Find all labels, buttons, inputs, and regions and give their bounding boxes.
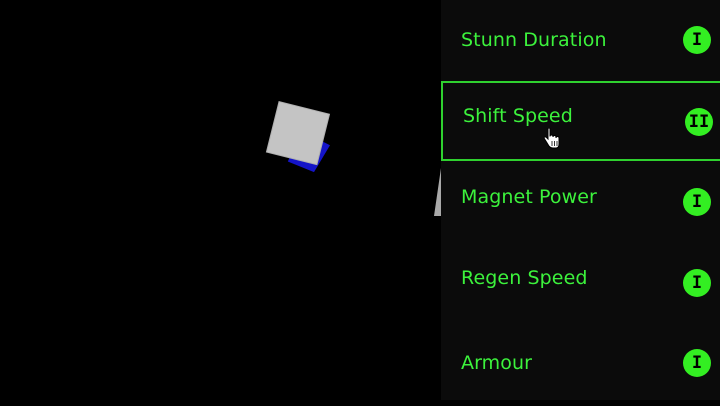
upgrade-row-stunn-duration[interactable]: Stunn Duration I [441,0,720,80]
upgrade-label: Shift Speed [463,105,573,127]
upgrade-label: Regen Speed [461,267,588,289]
player-cube [265,100,331,173]
upgrade-row-shift-speed[interactable]: Shift Speed II [441,81,720,161]
debris-shard [434,168,441,216]
level-badge[interactable]: I [683,349,711,377]
upgrade-row-armour[interactable]: Armour I [441,326,720,406]
upgrade-label: Stunn Duration [461,29,607,51]
upgrade-panel: Stunn Duration I Shift Speed II Magnet P… [441,0,720,400]
game-viewport[interactable] [0,0,441,400]
upgrade-row-magnet-power[interactable]: Magnet Power I [441,163,720,243]
upgrade-label: Armour [461,352,533,374]
level-badge[interactable]: I [683,188,711,216]
level-badge[interactable]: I [683,269,711,297]
level-badge[interactable]: I [683,26,711,54]
level-badge[interactable]: II [685,108,713,136]
upgrade-row-regen-speed[interactable]: Regen Speed I [441,244,720,324]
upgrade-label: Magnet Power [461,186,597,208]
hand-pointer-icon [543,128,560,149]
